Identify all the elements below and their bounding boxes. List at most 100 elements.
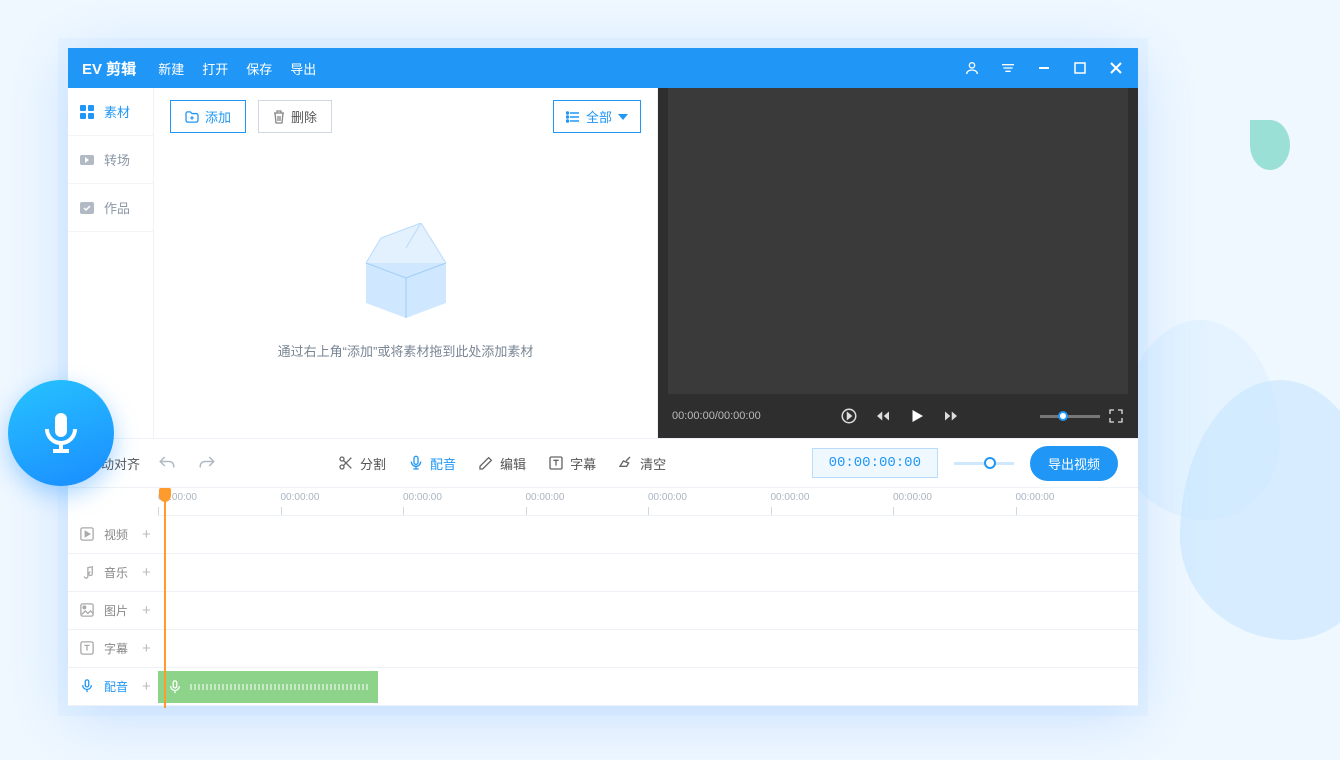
- preview-time-display: 00:00:00/00:00:00: [672, 410, 761, 422]
- zoom-slider[interactable]: [954, 462, 1014, 465]
- ruler-tick: 00:00:00: [403, 488, 526, 515]
- ruler-tick: 00:00:00: [893, 488, 1016, 515]
- track-add-button[interactable]: +: [136, 526, 157, 543]
- track-music: 音乐 +: [68, 554, 1138, 592]
- timeline-ruler[interactable]: 00:00:00 00:00:00 00:00:00 00:00:00 00:0…: [158, 488, 1138, 516]
- filter-dropdown[interactable]: 全部: [553, 100, 641, 133]
- preview-pane: 00:00:00/00:00:00: [658, 88, 1138, 438]
- works-icon: [78, 199, 96, 217]
- playhead[interactable]: [164, 488, 166, 708]
- track-add-button[interactable]: +: [136, 640, 157, 657]
- grid-icon: [78, 103, 96, 121]
- broom-icon: [618, 455, 634, 471]
- app-title: EV 剪辑: [82, 58, 136, 79]
- menu-open[interactable]: 打开: [202, 59, 228, 78]
- menu-save[interactable]: 保存: [246, 59, 272, 78]
- mic-icon: [408, 455, 424, 471]
- fullscreen-button[interactable]: [1108, 408, 1124, 424]
- list-icon: [566, 111, 580, 123]
- sidebar-tab-label: 素材: [104, 102, 130, 121]
- track-add-button[interactable]: +: [136, 602, 157, 619]
- tool-split[interactable]: 分割: [338, 454, 386, 473]
- track-head-image: 图片 +: [68, 602, 158, 619]
- volume-slider[interactable]: [1040, 415, 1100, 418]
- track-add-button[interactable]: +: [136, 564, 157, 581]
- menu-new[interactable]: 新建: [158, 59, 184, 78]
- track-label: 音乐: [104, 564, 128, 581]
- material-empty-state[interactable]: 通过右上角“添加”或将素材拖到此处添加素材: [154, 145, 657, 438]
- preview-canvas[interactable]: [658, 88, 1138, 394]
- delete-button[interactable]: 删除: [258, 100, 332, 133]
- track-body[interactable]: [158, 630, 1138, 667]
- menu-bar: 新建 打开 保存 导出: [158, 59, 316, 78]
- replay-button[interactable]: [840, 407, 858, 425]
- tool-subtitle[interactable]: 字幕: [548, 454, 596, 473]
- add-button[interactable]: 添加: [170, 100, 246, 133]
- ruler-tick: 00:00:00: [281, 488, 404, 515]
- mic-icon: [168, 680, 182, 694]
- track-body[interactable]: [158, 592, 1138, 629]
- play-button[interactable]: [908, 407, 926, 425]
- tool-edit[interactable]: 编辑: [478, 454, 526, 473]
- track-body[interactable]: [158, 668, 1138, 705]
- tool-clear[interactable]: 清空: [618, 454, 666, 473]
- track-video: 视频 +: [68, 516, 1138, 554]
- audio-clip[interactable]: [158, 671, 378, 703]
- timecode-display[interactable]: 00:00:00:00: [812, 448, 938, 478]
- rewind-button[interactable]: [874, 407, 892, 425]
- track-head-subtitle: 字幕 +: [68, 640, 158, 657]
- track-head-music: 音乐 +: [68, 564, 158, 581]
- forward-button[interactable]: [942, 407, 960, 425]
- titlebar: EV 剪辑 新建 打开 保存 导出: [68, 48, 1138, 88]
- tool-label: 分割: [360, 454, 386, 473]
- track-image: 图片 +: [68, 592, 1138, 630]
- sidebar-tab-works[interactable]: 作品: [68, 184, 153, 232]
- music-icon: [80, 565, 96, 581]
- text-icon: [548, 455, 564, 471]
- track-body[interactable]: [158, 516, 1138, 553]
- material-toolbar: 添加 删除 全部: [154, 88, 657, 145]
- close-button[interactable]: [1108, 60, 1124, 76]
- track-head-dub: 配音 +: [68, 678, 158, 695]
- track-body[interactable]: [158, 554, 1138, 591]
- content-area: 素材 转场 作品 添加: [68, 88, 1138, 438]
- sidebar-tab-label: 转场: [104, 150, 130, 169]
- volume-control: [1040, 408, 1124, 424]
- track-subtitle: 字幕 +: [68, 630, 1138, 668]
- mic-icon: [80, 679, 96, 695]
- tool-label: 编辑: [500, 454, 526, 473]
- audio-waveform: [190, 684, 368, 690]
- ruler-tick: 00:00:00: [1016, 488, 1139, 515]
- sidebar-tab-transition[interactable]: 转场: [68, 136, 153, 184]
- ruler-tick: 00:00:00: [526, 488, 649, 515]
- toolbar-tools: 分割 配音 编辑 字幕 清空: [338, 454, 666, 473]
- export-video-button[interactable]: 导出视频: [1030, 446, 1118, 481]
- track-add-button[interactable]: +: [136, 678, 157, 695]
- menu-more-icon[interactable]: [1000, 60, 1016, 76]
- scissors-icon: [338, 455, 354, 471]
- material-pane: 添加 删除 全部: [154, 88, 658, 438]
- user-icon[interactable]: [964, 60, 980, 76]
- sidebar-tab-material[interactable]: 素材: [68, 88, 153, 136]
- mic-icon: [37, 409, 85, 457]
- tool-label: 字幕: [570, 454, 596, 473]
- ruler-tick: 00:00:00: [648, 488, 771, 515]
- tool-dub[interactable]: 配音: [408, 454, 456, 473]
- bg-decoration: [1250, 120, 1290, 170]
- ruler-tick: 00:00:00: [771, 488, 894, 515]
- chevron-down-icon: [618, 114, 628, 120]
- minimize-button[interactable]: [1036, 60, 1052, 76]
- timeline-toolbar: 自动对齐 分割 配音 编辑 字幕: [68, 438, 1138, 488]
- track-head-video: 视频 +: [68, 526, 158, 543]
- track-dub: 配音 +: [68, 668, 1138, 706]
- app-window: EV 剪辑 新建 打开 保存 导出: [68, 48, 1138, 706]
- redo-button[interactable]: [194, 451, 220, 475]
- ruler-tick: 00:00:00: [158, 488, 281, 515]
- record-mic-bubble[interactable]: [8, 380, 114, 486]
- maximize-button[interactable]: [1072, 60, 1088, 76]
- menu-export[interactable]: 导出: [290, 59, 316, 78]
- filter-label: 全部: [586, 107, 612, 126]
- track-label: 视频: [104, 526, 128, 543]
- undo-button[interactable]: [154, 451, 180, 475]
- tracks-container: 视频 + 音乐 + 图片 +: [68, 516, 1138, 706]
